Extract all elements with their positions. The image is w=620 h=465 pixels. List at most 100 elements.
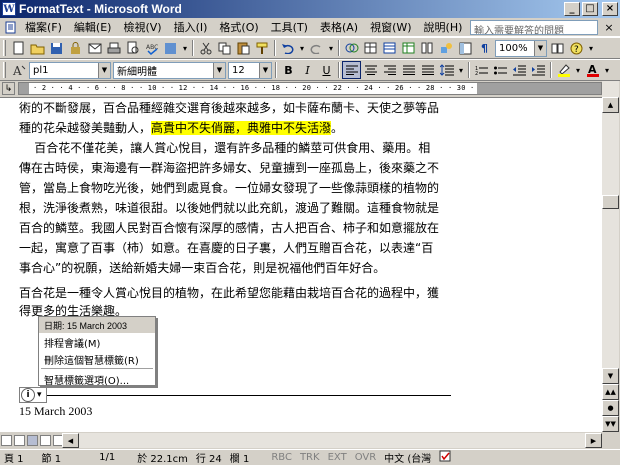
print-icon[interactable] [104, 39, 123, 57]
smart-tag-options-item[interactable]: 智慧標籤選項(O)... [39, 370, 155, 387]
italic-button[interactable]: I [298, 61, 317, 79]
increase-indent-icon[interactable] [529, 61, 548, 79]
toolbar-options-icon[interactable]: ▾ [586, 39, 596, 57]
numbering-icon[interactable]: 12 [472, 61, 491, 79]
horizontal-ruler[interactable]: · 2 · · 4 · · 6 · · 8 · · 10 · · 12 · · … [18, 82, 602, 95]
format-painter-icon[interactable] [253, 39, 272, 57]
spelling-icon[interactable]: ABC [142, 39, 161, 57]
zoom-dropdown-icon[interactable]: ▼ [534, 40, 546, 56]
web-layout-view-button[interactable] [14, 435, 25, 446]
drawing-icon[interactable] [437, 39, 456, 57]
redo-dropdown-icon[interactable]: ▾ [326, 39, 336, 57]
print-layout-view-button[interactable] [27, 435, 38, 446]
bullets-icon[interactable] [491, 61, 510, 79]
tab-selector-icon[interactable]: ↳ [2, 82, 15, 95]
insert-excel-icon[interactable] [399, 39, 418, 57]
menu-table[interactable]: 表格(A) [314, 19, 364, 35]
line-spacing-icon[interactable] [437, 61, 456, 79]
highlight-icon[interactable] [554, 61, 573, 79]
document-map-icon[interactable] [456, 39, 475, 57]
research-dropdown-icon[interactable]: ▾ [180, 39, 190, 57]
copy-icon[interactable] [215, 39, 234, 57]
menu-file[interactable]: 檔案(F) [19, 19, 68, 35]
ask-question-input[interactable]: 輸入需要解答的問題 [470, 19, 598, 35]
menu-edit[interactable]: 編輯(E) [68, 19, 118, 35]
status-track-changes[interactable]: TRK [296, 452, 324, 463]
status-record-macro[interactable]: RBC [267, 452, 296, 463]
normal-view-button[interactable] [1, 435, 12, 446]
bold-button[interactable]: B [279, 61, 298, 79]
redo-icon[interactable] [307, 39, 326, 57]
toolbar-grip[interactable] [3, 62, 6, 78]
menu-insert[interactable]: 插入(I) [168, 19, 214, 35]
document-area[interactable]: 術的不斷發展，百合品種經雜交選育後越來越多，如卡薩布蘭卡、天使之夢等品 種的花朵… [0, 97, 602, 432]
close-button[interactable]: × [602, 2, 618, 16]
undo-icon[interactable] [278, 39, 297, 57]
font-size-dropdown-icon[interactable]: ▼ [259, 62, 271, 78]
show-hide-icon[interactable]: ¶ [475, 39, 494, 57]
menu-help[interactable]: 說明(H) [418, 19, 469, 35]
schedule-meeting-item[interactable]: 排程會議(M) [39, 333, 155, 350]
print-preview-icon[interactable] [123, 39, 142, 57]
status-language[interactable]: 中文 (台灣 [380, 450, 435, 465]
align-right-icon[interactable] [380, 61, 399, 79]
justify-icon[interactable] [399, 61, 418, 79]
line-spacing-dropdown-icon[interactable]: ▾ [456, 61, 466, 79]
status-extend-selection[interactable]: EXT [324, 452, 351, 463]
insert-table-icon[interactable] [380, 39, 399, 57]
previous-page-button[interactable]: ▲▲ [602, 384, 619, 400]
document-close-button[interactable]: × [602, 21, 616, 34]
menu-format[interactable]: 格式(O) [213, 19, 264, 35]
date-smart-tag-text[interactable]: 15 March 2003 [19, 404, 92, 419]
undo-dropdown-icon[interactable]: ▾ [297, 39, 307, 57]
save-icon[interactable] [47, 39, 66, 57]
next-page-button[interactable]: ▼▼ [602, 416, 619, 432]
new-document-icon[interactable] [9, 39, 28, 57]
menu-tools[interactable]: 工具(T) [265, 19, 314, 35]
align-left-icon[interactable] [342, 61, 361, 79]
minimize-button[interactable]: _ [564, 2, 580, 16]
columns-icon[interactable] [418, 39, 437, 57]
help-icon[interactable]: ? [567, 39, 586, 57]
smart-tag-dropdown-icon[interactable]: ▾ [37, 390, 42, 400]
font-color-dropdown-icon[interactable]: ▾ [602, 61, 612, 79]
align-center-icon[interactable] [361, 61, 380, 79]
research-icon[interactable] [161, 39, 180, 57]
decrease-indent-icon[interactable] [510, 61, 529, 79]
smart-tag-actions-button[interactable]: i ▾ [19, 387, 47, 403]
paste-icon[interactable] [234, 39, 253, 57]
menu-window[interactable]: 視窗(W) [364, 19, 417, 35]
select-browse-object-button[interactable]: ● [602, 400, 619, 416]
underline-button[interactable]: U [317, 61, 336, 79]
tables-borders-icon[interactable] [361, 39, 380, 57]
reading-mode-icon[interactable] [548, 39, 567, 57]
font-size-combo[interactable]: 12 ▼ [228, 61, 272, 79]
style-dropdown-icon[interactable]: ▼ [98, 62, 110, 78]
word-app-icon[interactable]: W [2, 2, 16, 16]
highlight-dropdown-icon[interactable]: ▾ [573, 61, 583, 79]
email-icon[interactable] [85, 39, 104, 57]
spelling-status-icon[interactable] [435, 450, 457, 465]
open-folder-icon[interactable] [28, 39, 47, 57]
outline-view-button[interactable] [40, 435, 51, 446]
document-icon[interactable] [3, 20, 19, 34]
cut-icon[interactable] [196, 39, 215, 57]
scroll-right-button[interactable]: ▶ [585, 433, 602, 448]
toolbar-grip[interactable] [3, 40, 6, 56]
maximize-button[interactable]: □ [582, 2, 598, 16]
distributed-icon[interactable] [418, 61, 437, 79]
scroll-left-button[interactable]: ◀ [62, 433, 79, 448]
permission-icon[interactable] [66, 39, 85, 57]
vertical-scrollbar[interactable]: ▲ ▼ ▲▲ ● ▼▼ [602, 81, 619, 432]
scroll-down-button[interactable]: ▼ [602, 368, 619, 384]
vertical-scroll-thumb[interactable] [602, 195, 619, 209]
font-color-icon[interactable]: A [583, 61, 602, 79]
menu-view[interactable]: 檢視(V) [117, 19, 167, 35]
styles-formatting-icon[interactable]: A [9, 61, 28, 79]
status-overtype[interactable]: OVR [351, 452, 380, 463]
scroll-up-button[interactable]: ▲ [602, 97, 619, 113]
font-dropdown-icon[interactable]: ▼ [213, 62, 225, 78]
style-combo[interactable]: pl1 ▼ [29, 61, 111, 79]
hyperlink-icon[interactable] [342, 39, 361, 57]
font-combo[interactable]: 新細明體 ▼ [113, 61, 226, 79]
